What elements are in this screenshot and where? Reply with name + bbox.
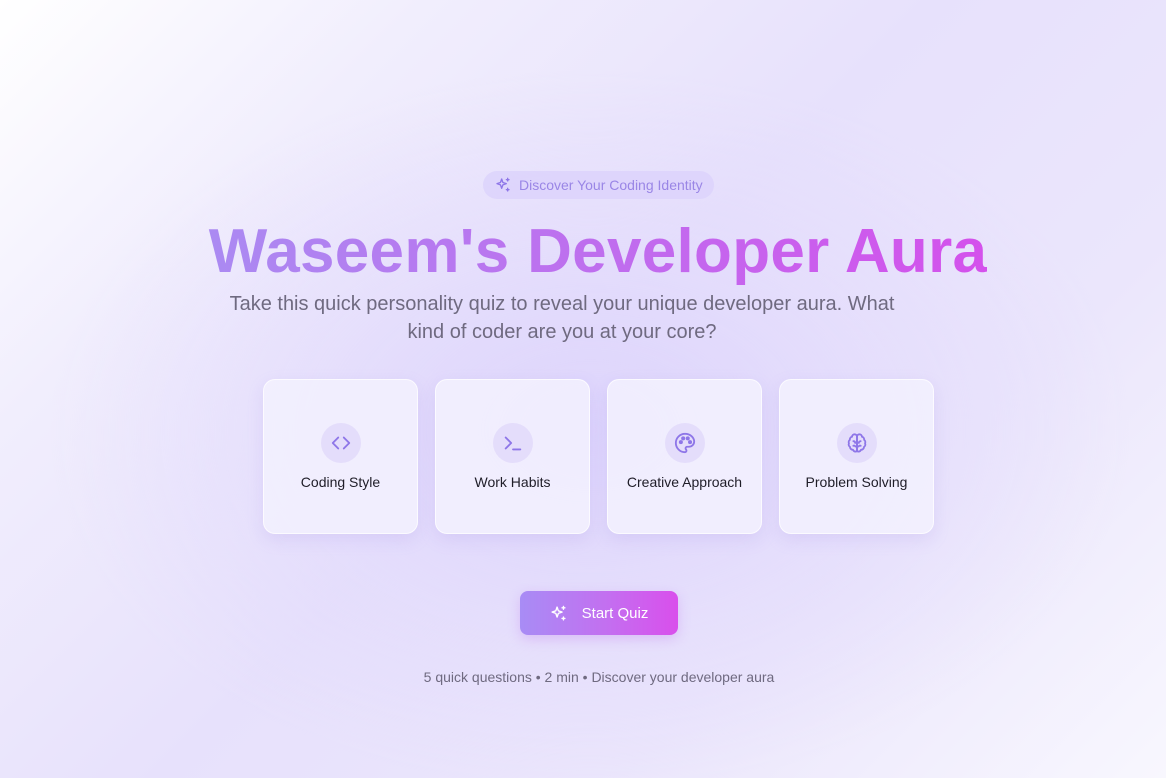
page-subtitle: Take this quick personality quiz to reve…: [229, 293, 895, 343]
card-coding-style[interactable]: Coding Style: [263, 379, 418, 534]
card-work-habits[interactable]: Work Habits: [435, 379, 590, 534]
discover-badge: Discover Your Coding Identity: [483, 171, 714, 199]
card-creative-approach[interactable]: Creative Approach: [607, 379, 762, 534]
category-cards: Coding Style Work Habits Creative Approa…: [263, 379, 934, 534]
card-label: Work Habits: [474, 474, 551, 490]
badge-text: Discover Your Coding Identity: [519, 177, 703, 193]
page-title: Waseem's Developer Aura: [0, 216, 1166, 288]
card-problem-solving[interactable]: Problem Solving: [779, 379, 934, 534]
quiz-landing-page: Discover Your Coding Identity Waseem's D…: [0, 0, 1166, 778]
start-quiz-label: Start Quiz: [581, 604, 649, 622]
sparkles-icon: [495, 177, 511, 193]
palette-icon: [664, 423, 705, 463]
terminal-icon: [492, 423, 533, 463]
card-label: Problem Solving: [805, 474, 908, 490]
page-title-text: Waseem's Developer Aura: [179, 217, 988, 286]
card-label: Creative Approach: [626, 474, 743, 490]
brain-icon: [836, 423, 877, 463]
start-quiz-button[interactable]: Start Quiz: [520, 591, 678, 635]
quiz-info-footnote: 5 quick questions • 2 min • Discover you…: [423, 669, 775, 685]
sparkles-icon: [550, 605, 567, 622]
code-brackets-icon: [320, 423, 361, 463]
card-label: Coding Style: [300, 474, 381, 490]
